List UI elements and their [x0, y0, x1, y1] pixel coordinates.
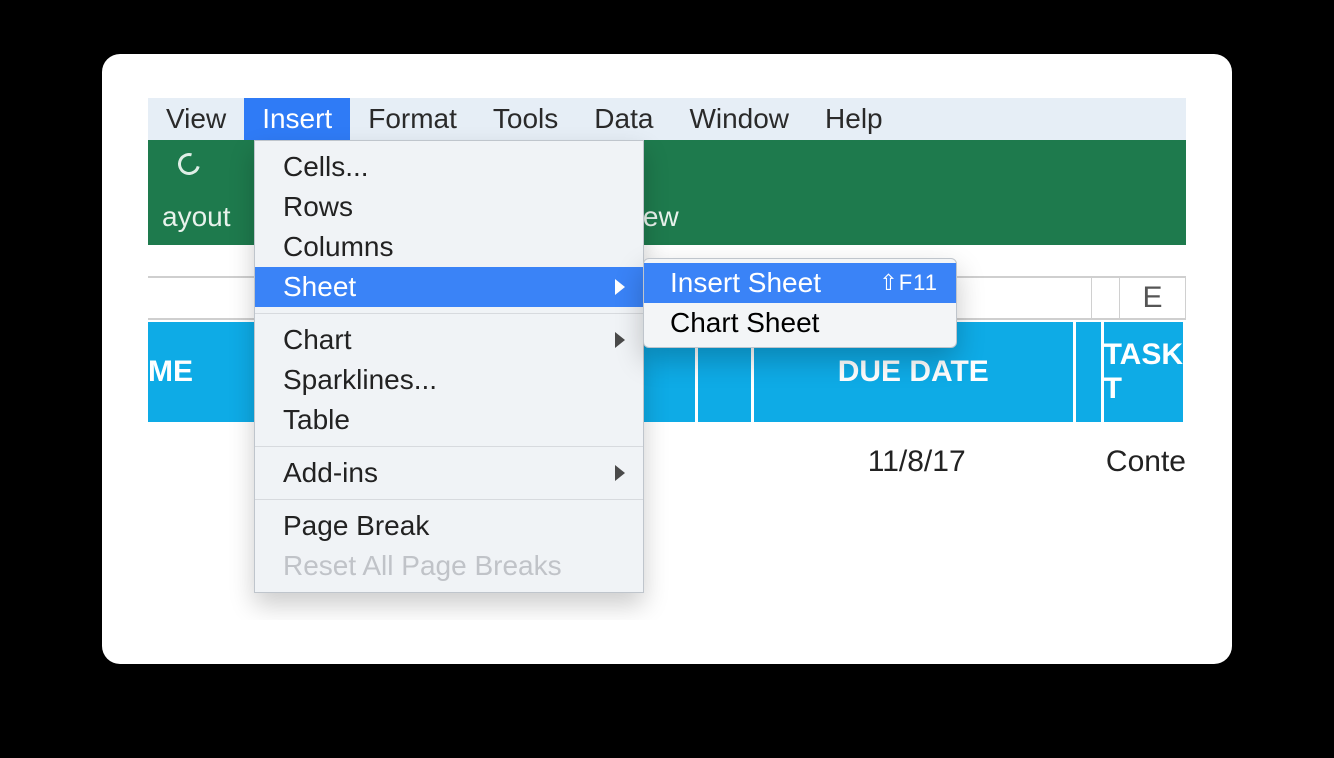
menu-item-table[interactable]: Table	[255, 400, 643, 440]
menu-data[interactable]: Data	[576, 98, 671, 140]
menu-item-addins[interactable]: Add-ins	[255, 453, 643, 493]
menu-item-rows[interactable]: Rows	[255, 187, 643, 227]
menu-item-page-break[interactable]: Page Break	[255, 506, 643, 546]
screenshot-card: ayout View E ME DUE DATE TASK T	[102, 54, 1232, 664]
column-header-e[interactable]: E	[1120, 278, 1186, 318]
shortcut-label: ⇧F11	[879, 270, 938, 296]
menu-tools[interactable]: Tools	[475, 98, 576, 140]
menu-separator	[255, 313, 643, 314]
menu-separator	[255, 446, 643, 447]
menu-separator	[255, 499, 643, 500]
menu-format[interactable]: Format	[350, 98, 475, 140]
chevron-right-icon	[615, 465, 625, 481]
sheet-submenu: Insert Sheet ⇧F11 Chart Sheet	[643, 258, 957, 348]
chevron-right-icon	[615, 279, 625, 295]
menu-item-reset-page-breaks: Reset All Page Breaks	[255, 546, 643, 586]
ribbon-tab-layout[interactable]: ayout	[148, 201, 245, 233]
menu-insert[interactable]: Insert	[244, 98, 350, 140]
menu-item-cells[interactable]: Cells...	[255, 147, 643, 187]
menu-bar: View Insert Format Tools Data Window Hel…	[148, 98, 1186, 140]
menu-window[interactable]: Window	[671, 98, 807, 140]
excel-window: ayout View E ME DUE DATE TASK T	[148, 98, 1186, 620]
chevron-right-icon	[615, 332, 625, 348]
menu-view[interactable]: View	[148, 98, 244, 140]
menu-item-sheet[interactable]: Sheet	[255, 267, 643, 307]
cell-task[interactable]: Conte	[1106, 422, 1186, 502]
submenu-item-insert-sheet[interactable]: Insert Sheet ⇧F11	[644, 263, 956, 303]
insert-dropdown: Cells... Rows Columns Sheet Chart Sparkl…	[254, 140, 644, 593]
submenu-item-chart-sheet[interactable]: Chart Sheet	[644, 303, 956, 343]
menu-item-chart[interactable]: Chart	[255, 320, 643, 360]
cell-due-date[interactable]: 11/8/17	[755, 422, 1078, 502]
header-cell-task[interactable]: TASK T	[1104, 322, 1186, 422]
menu-help[interactable]: Help	[807, 98, 901, 140]
undo-icon[interactable]	[174, 149, 204, 179]
menu-item-columns[interactable]: Columns	[255, 227, 643, 267]
menu-item-sparklines[interactable]: Sparklines...	[255, 360, 643, 400]
